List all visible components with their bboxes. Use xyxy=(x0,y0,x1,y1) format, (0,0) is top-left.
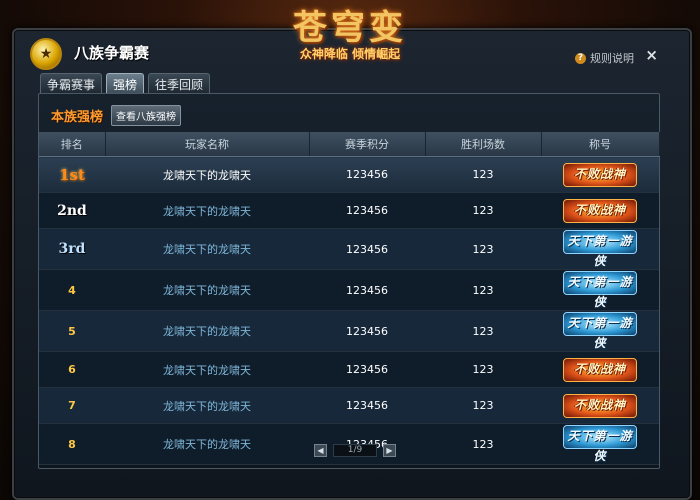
rank-value: 4 xyxy=(68,283,76,297)
table-header: 排名 玩家名称 赛季积分 胜利场数 称号 xyxy=(39,132,660,157)
title-badge: 不败战神 xyxy=(563,357,637,382)
title-badge: 不败战神 xyxy=(563,198,637,223)
title-cell: 天下第一游侠 xyxy=(541,310,659,352)
rank-value: 2nd xyxy=(57,202,87,219)
page-indicator: 1/9 xyxy=(333,444,377,457)
player-name: 龙啸天下的龙啸天 xyxy=(105,228,309,270)
win-count: 123 xyxy=(425,310,541,352)
table-row[interactable]: 6 龙啸天下的龙啸天 123456 123 不败战神 xyxy=(39,351,659,388)
player-name: 龙啸天下的龙啸天 xyxy=(105,387,309,424)
title-cell: 不败战神 xyxy=(541,156,659,193)
table-row[interactable]: 7 龙啸天下的龙啸天 123456 123 不败战神 xyxy=(39,387,659,424)
rank-cell: 3rd xyxy=(39,228,105,270)
rank-value: 6 xyxy=(68,363,76,376)
title-badge: 不败战神 xyxy=(563,393,637,418)
player-name: 龙啸天下的龙啸天 xyxy=(105,351,309,388)
win-count: 123 xyxy=(425,156,541,193)
tab-rankings[interactable]: 强榜 xyxy=(106,73,145,94)
logo-title: 苍穹变 xyxy=(293,7,407,48)
table-row[interactable]: 1st 龙啸天下的龙啸天 123456 123 不败战神 xyxy=(39,156,659,193)
season-points: 123456 xyxy=(309,310,425,352)
header-rank: 排名 xyxy=(39,132,106,157)
table-row[interactable]: 2nd 龙啸天下的龙啸天 123456 123 不败战神 xyxy=(39,192,659,229)
rank-value: 1st xyxy=(59,165,85,184)
win-count: 123 xyxy=(425,228,541,270)
win-count: 123 xyxy=(425,192,541,229)
title-badge: 天下第一游侠 xyxy=(563,271,637,309)
rankings-panel: 本族强榜 查看八族强榜 排名 玩家名称 赛季积分 胜利场数 称号 1st 龙啸天… xyxy=(38,93,660,469)
player-name: 龙啸天下的龙啸天 xyxy=(105,423,309,465)
win-count: 123 xyxy=(425,269,541,311)
season-points: 123456 xyxy=(309,156,425,193)
win-count: 123 xyxy=(425,387,541,424)
rules-label: 规则说明 xyxy=(590,52,634,65)
table-row[interactable]: 3rd 龙啸天下的龙啸天 123456 123 天下第一游侠 xyxy=(39,228,659,270)
table-row[interactable]: 4 龙啸天下的龙啸天 123456 123 天下第一游侠 xyxy=(39,269,659,311)
title-badge: 天下第一游侠 xyxy=(563,425,637,463)
title-cell: 天下第一游侠 xyxy=(541,228,659,270)
subheader: 本族强榜 查看八族强榜 xyxy=(51,105,182,126)
rank-value: 7 xyxy=(68,399,76,412)
title-badge: 不败战神 xyxy=(563,162,637,187)
title-cell: 不败战神 xyxy=(541,387,659,424)
rank-cell: 2nd xyxy=(39,192,105,229)
season-points: 123456 xyxy=(309,228,425,270)
title-cell: 不败战神 xyxy=(541,351,659,388)
title-badge: 天下第一游侠 xyxy=(563,230,637,268)
logo-subtitle: 众神降临 倾情崛起 xyxy=(299,46,401,61)
header-wins: 胜利场数 xyxy=(425,132,542,157)
rank-value: 3rd xyxy=(58,241,86,257)
title-cell: 天下第一游侠 xyxy=(541,269,659,311)
rank-value: 8 xyxy=(68,437,76,451)
rank-cell: 5 xyxy=(39,310,105,352)
title-badge: 天下第一游侠 xyxy=(563,312,637,350)
rank-cell: 1st xyxy=(39,156,105,193)
rules-button[interactable]: ? 规则说明 xyxy=(575,50,634,66)
season-points: 123456 xyxy=(309,351,425,388)
season-points: 123456 xyxy=(309,269,425,311)
season-points: 123456 xyxy=(309,192,425,229)
win-count: 123 xyxy=(425,423,541,465)
season-points: 123456 xyxy=(309,387,425,424)
rank-cell: 7 xyxy=(39,387,105,424)
next-page-button[interactable]: ▶ xyxy=(383,444,396,457)
close-button[interactable]: × xyxy=(645,46,658,64)
header-title: 称号 xyxy=(541,132,660,157)
tab-past-seasons[interactable]: 往季回顾 xyxy=(148,73,211,94)
header-player: 玩家名称 xyxy=(105,132,310,157)
view-all-clans-button[interactable]: 查看八族强榜 xyxy=(111,105,182,126)
player-name: 龙啸天下的龙啸天 xyxy=(105,269,309,311)
tab-bar: 争霸赛事 强榜 往季回顾 xyxy=(40,73,211,94)
player-name: 龙啸天下的龙啸天 xyxy=(105,192,309,229)
prev-page-button[interactable]: ◀ xyxy=(314,444,327,457)
header-points: 赛季积分 xyxy=(309,132,426,157)
window-title: 八族争霸赛 xyxy=(74,44,150,62)
game-logo: 苍穹变 众神降临 倾情崛起 xyxy=(260,0,440,70)
rank-value: 5 xyxy=(68,324,76,338)
medal-icon: ★ xyxy=(30,38,62,70)
table-row[interactable]: 5 龙啸天下的龙啸天 123456 123 天下第一游侠 xyxy=(39,310,659,352)
player-name: 龙啸天下的龙啸天 xyxy=(105,156,309,193)
tab-tournament[interactable]: 争霸赛事 xyxy=(40,73,103,94)
title-cell: 天下第一游侠 xyxy=(541,423,659,465)
player-name: 龙啸天下的龙啸天 xyxy=(105,310,309,352)
rank-cell: 6 xyxy=(39,351,105,388)
help-icon: ? xyxy=(575,52,586,64)
title-cell: 不败战神 xyxy=(541,192,659,229)
win-count: 123 xyxy=(425,351,541,388)
rank-cell: 8 xyxy=(39,423,105,465)
clan-rankings-label: 本族强榜 xyxy=(51,110,104,125)
pagination: ◀ 1/9 ▶ xyxy=(314,444,396,457)
rankings-table: 排名 玩家名称 赛季积分 胜利场数 称号 1st 龙啸天下的龙啸天 123456… xyxy=(39,132,660,465)
rank-cell: 4 xyxy=(39,269,105,311)
